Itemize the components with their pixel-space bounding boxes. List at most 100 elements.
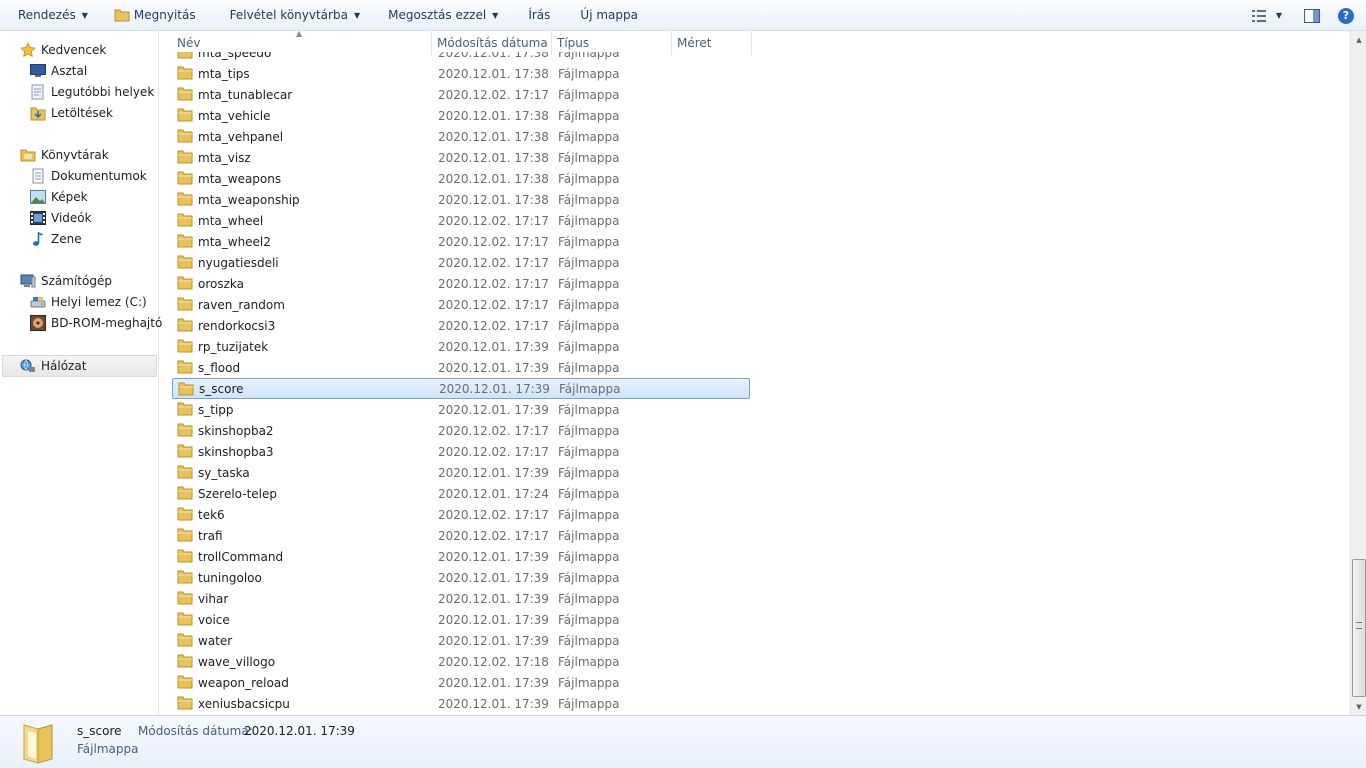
file-row[interactable]: s_score 2020.12.01. 17:39 Fájlmappa	[172, 378, 750, 399]
nav-local-disk[interactable]: Helyi lemez (C:)	[30, 292, 147, 312]
nav-bd-rom[interactable]: BD-ROM-meghajtó	[30, 313, 162, 333]
file-row[interactable]: mta_speedo 2020.12.01. 17:38 Fájlmappa	[172, 52, 750, 63]
file-row[interactable]: rendorkocsi3 2020.12.02. 17:17 Fájlmappa	[172, 315, 750, 336]
preview-pane-button[interactable]	[1298, 4, 1326, 28]
file-row[interactable]: mta_visz 2020.12.01. 17:38 Fájlmappa	[172, 147, 750, 168]
share-with-button[interactable]: Megosztás ezzel ▼	[380, 3, 506, 27]
file-row[interactable]: Szerelo-telep 2020.12.01. 17:24 Fájlmappa	[172, 483, 750, 504]
file-modified-date: 2020.12.01. 17:38	[438, 171, 549, 186]
folder-icon	[177, 276, 193, 290]
file-name: mta_speedo	[198, 52, 272, 60]
file-row[interactable]: nyugatiesdeli 2020.12.02. 17:17 Fájlmappa	[172, 252, 750, 273]
nav-desktop[interactable]: Asztal	[30, 61, 87, 81]
scroll-up-arrow-icon[interactable]: ▲	[1351, 31, 1366, 48]
file-row[interactable]: voice 2020.12.01. 17:39 Fájlmappa	[172, 609, 750, 630]
view-options-button[interactable]: ▼	[1246, 4, 1288, 28]
file-row[interactable]: weapon_reload 2020.12.01. 17:39 Fájlmappa	[172, 672, 750, 693]
file-row[interactable]: mta_wheel2 2020.12.02. 17:17 Fájlmappa	[172, 231, 750, 252]
libraries-icon	[20, 147, 36, 163]
folder-icon	[177, 171, 193, 185]
folder-icon	[177, 696, 193, 710]
file-row[interactable]: oroszka 2020.12.02. 17:17 Fájlmappa	[172, 273, 750, 294]
file-row[interactable]: mta_vehpanel 2020.12.01. 17:38 Fájlmappa	[172, 126, 750, 147]
file-row[interactable]: s_flood 2020.12.01. 17:39 Fájlmappa	[172, 357, 750, 378]
file-type: Fájlmappa	[558, 52, 620, 60]
file-type: Fájlmappa	[558, 528, 620, 543]
file-type: Fájlmappa	[559, 381, 621, 396]
chevron-down-icon: ▼	[1275, 11, 1282, 20]
file-name: s_score	[199, 381, 244, 396]
file-row[interactable]: skinshopba2 2020.12.02. 17:17 Fájlmappa	[172, 420, 750, 441]
folder-icon	[177, 465, 193, 479]
nav-network[interactable]: Hálózat	[2, 355, 157, 377]
nav-music[interactable]: Zene	[30, 229, 82, 249]
file-type: Fájlmappa	[558, 507, 620, 522]
file-modified-date: 2020.12.01. 17:38	[438, 192, 549, 207]
file-type: Fájlmappa	[558, 276, 620, 291]
file-row[interactable]: xeniusbacsicpu 2020.12.01. 17:39 Fájlmappa	[172, 693, 750, 714]
file-row[interactable]: skinshopba3 2020.12.02. 17:17 Fájlmappa	[172, 441, 750, 462]
file-name: skinshopba3	[198, 444, 274, 459]
file-modified-date: 2020.12.01. 17:38	[438, 129, 549, 144]
nav-libraries[interactable]: Könyvtárak	[20, 145, 109, 165]
nav-downloads[interactable]: Letöltések	[30, 103, 113, 123]
file-row[interactable]: mta_tunablecar 2020.12.02. 17:17 Fájlmappa	[172, 84, 750, 105]
folder-open-icon	[114, 8, 130, 22]
file-name: tuningoloo	[198, 570, 262, 585]
vertical-scrollbar[interactable]: ▲ ▼	[1350, 31, 1366, 715]
folder-large-icon	[20, 721, 56, 765]
file-modified-date: 2020.12.01. 17:39	[438, 633, 549, 648]
folder-icon	[177, 66, 193, 80]
file-row[interactable]: mta_wheel 2020.12.02. 17:17 Fájlmappa	[172, 210, 750, 231]
help-icon: ?	[1338, 7, 1354, 24]
nav-documents[interactable]: Dokumentumok	[30, 166, 147, 186]
file-modified-date: 2020.12.02. 17:17	[438, 255, 549, 270]
folder-icon	[177, 360, 193, 374]
file-row[interactable]: water 2020.12.01. 17:39 Fájlmappa	[172, 630, 750, 651]
file-row[interactable]: trafi 2020.12.02. 17:17 Fájlmappa	[172, 525, 750, 546]
nav-favorites[interactable]: Kedvencek	[20, 40, 106, 60]
nav-computer[interactable]: Számítógép	[20, 271, 112, 291]
file-name: s_flood	[198, 360, 241, 375]
new-folder-button[interactable]: Új mappa	[572, 3, 646, 27]
file-row[interactable]: raven_random 2020.12.02. 17:17 Fájlmappa	[172, 294, 750, 315]
file-name: mta_weapons	[198, 171, 282, 186]
file-row[interactable]: mta_weaponship 2020.12.01. 17:38 Fájlmappa	[172, 189, 750, 210]
command-bar: Rendezés ▼ Megnyitás Felvétel könyvtárba…	[0, 0, 1366, 31]
scroll-down-arrow-icon[interactable]: ▼	[1351, 698, 1366, 715]
file-modified-date: 2020.12.02. 17:17	[438, 318, 549, 333]
scrollbar-thumb[interactable]	[1352, 559, 1366, 697]
folder-icon	[178, 382, 194, 396]
file-row[interactable]: rp_tuzijatek 2020.12.01. 17:39 Fájlmappa	[172, 336, 750, 357]
burn-button[interactable]: Írás	[520, 3, 558, 27]
chevron-down-icon: ▼	[492, 10, 499, 20]
file-row[interactable]: mta_tips 2020.12.01. 17:38 Fájlmappa	[172, 63, 750, 84]
file-type: Fájlmappa	[558, 66, 620, 81]
include-in-library-button[interactable]: Felvétel könyvtárba ▼	[222, 3, 368, 27]
file-row[interactable]: mta_vehicle 2020.12.01. 17:38 Fájlmappa	[172, 105, 750, 126]
file-row[interactable]: mta_weapons 2020.12.01. 17:38 Fájlmappa	[172, 168, 750, 189]
file-row[interactable]: wave_villogo 2020.12.02. 17:18 Fájlmappa	[172, 651, 750, 672]
preview-pane-icon	[1304, 8, 1320, 23]
file-row[interactable]: s_tipp 2020.12.01. 17:39 Fájlmappa	[172, 399, 750, 420]
file-row[interactable]: vihar 2020.12.01. 17:39 Fájlmappa	[172, 588, 750, 609]
help-button[interactable]: ?	[1332, 4, 1360, 28]
folder-icon	[177, 591, 193, 605]
nav-videos[interactable]: Videók	[30, 208, 92, 228]
file-row[interactable]: sy_taska 2020.12.01. 17:39 Fájlmappa	[172, 462, 750, 483]
file-row[interactable]: tuningoloo 2020.12.01. 17:39 Fájlmappa	[172, 567, 750, 588]
nav-downloads-label: Letöltések	[51, 106, 113, 120]
organize-button[interactable]: Rendezés ▼	[10, 3, 96, 27]
details-file-name: s_score	[77, 724, 122, 738]
desktop-icon	[30, 63, 46, 79]
file-row[interactable]: trollCommand 2020.12.01. 17:39 Fájlmappa	[172, 546, 750, 567]
nav-pictures[interactable]: Képek	[30, 187, 88, 207]
file-name: rendorkocsi3	[198, 318, 276, 333]
folder-icon	[177, 423, 193, 437]
file-type: Fájlmappa	[558, 549, 620, 564]
file-row[interactable]: tek6 2020.12.02. 17:17 Fájlmappa	[172, 504, 750, 525]
open-button[interactable]: Megnyitás	[106, 3, 204, 27]
nav-recent-places[interactable]: Legutóbbi helyek	[30, 82, 154, 102]
folder-icon	[177, 633, 193, 647]
file-modified-date: 2020.12.01. 17:39	[438, 696, 549, 711]
